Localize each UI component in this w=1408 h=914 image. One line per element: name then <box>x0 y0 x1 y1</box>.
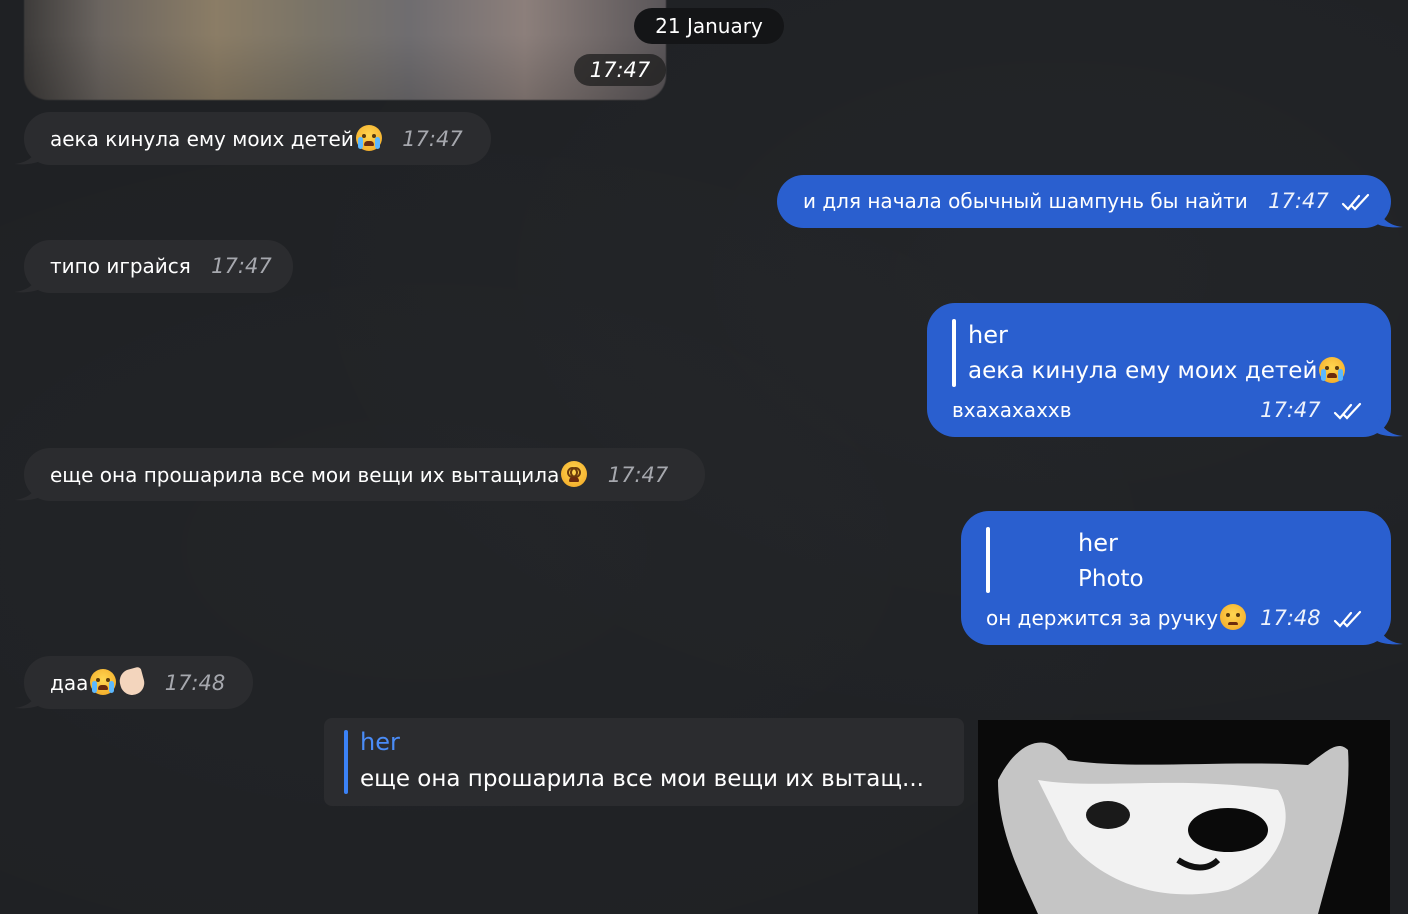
message-text: даа <box>50 671 89 695</box>
bubble-tail <box>14 687 40 709</box>
sticker-image[interactable] <box>978 720 1390 914</box>
sticker-reply-preview[interactable]: her еще она прошарила все мои вещи их вы… <box>324 718 964 806</box>
bubble-tail <box>14 479 40 501</box>
message-time: 17:47 <box>607 463 669 487</box>
loudly-crying-face-icon <box>355 125 382 151</box>
incoming-message[interactable]: даа 17:48 <box>14 656 253 709</box>
double-check-icon <box>1333 610 1362 628</box>
reply-quote-bar <box>986 527 990 593</box>
reply-author: her <box>968 321 1008 349</box>
reply-photo-thumbnail <box>1001 527 1071 593</box>
incoming-message[interactable]: еще она прошарила все мои вещи их вытащи… <box>14 448 705 501</box>
face-holding-back-tears-icon <box>1220 604 1247 630</box>
reply-author: her <box>360 728 400 756</box>
incoming-message[interactable]: аека кинула ему моих детей 17:47 <box>14 112 491 165</box>
reply-preview-text[interactable]: Photo <box>1078 563 1144 595</box>
outgoing-reply-message[interactable]: her аека кинула ему моих детей вхахахахх… <box>927 303 1403 437</box>
reply-preview-text: аека кинула ему моих детей <box>968 358 1318 384</box>
message-time: 17:48 <box>1260 606 1321 630</box>
photo-timestamp: 17:47 <box>574 54 666 86</box>
bubble-tail <box>14 143 40 165</box>
double-check-icon <box>1333 402 1362 420</box>
message-time: 17:47 <box>402 127 463 151</box>
message-time: 17:47 <box>1268 189 1329 213</box>
message-time: 17:47 <box>1260 398 1321 422</box>
reply-preview[interactable]: аека кинула ему моих детей <box>968 355 1346 387</box>
message-text: типо играйся <box>50 254 191 278</box>
bubble-tail <box>1377 415 1403 437</box>
message-text: вхахахаххв <box>952 398 1072 422</box>
incoming-message[interactable]: типо играйся 17:47 <box>14 240 293 293</box>
face-with-spiral-eyes-icon <box>561 461 588 487</box>
message-meta: 17:48 <box>1246 605 1363 631</box>
loudly-crying-face-icon <box>90 669 117 695</box>
reply-quote-bar <box>952 319 956 387</box>
message-text: еще она прошарила все мои вещи их вытащи… <box>50 463 560 487</box>
double-check-icon <box>1341 193 1370 211</box>
message-text: он держится за ручку <box>986 606 1219 630</box>
date-separator: 21 January <box>634 8 784 44</box>
loudly-crying-face-icon <box>1319 357 1346 383</box>
cat-sticker-graphic <box>978 720 1390 914</box>
reply-preview-text: еще она прошарила все мои вещи их вытащ.… <box>360 766 924 792</box>
message-time: 17:47 <box>211 254 272 278</box>
bubble-tail <box>1377 623 1403 645</box>
message-text: аека кинула ему моих детей <box>50 127 354 151</box>
bubble-tail <box>14 271 40 293</box>
message-meta: 17:47 <box>1246 397 1363 423</box>
message-text: и для начала обычный шампунь бы найти <box>803 189 1248 213</box>
reply-quote-bar <box>344 730 348 794</box>
outgoing-message[interactable]: и для начала обычный шампунь бы найти 17… <box>777 175 1403 228</box>
outgoing-reply-message[interactable]: her Photo он держится за ручку 17:48 <box>961 511 1403 645</box>
bubble-tail <box>1377 206 1403 228</box>
pinching-hand-icon <box>117 666 148 698</box>
reply-author: her <box>1078 529 1118 557</box>
message-body: он держится за ручку <box>986 604 1247 631</box>
photo-message[interactable] <box>24 0 666 100</box>
message-time: 17:48 <box>164 671 226 695</box>
